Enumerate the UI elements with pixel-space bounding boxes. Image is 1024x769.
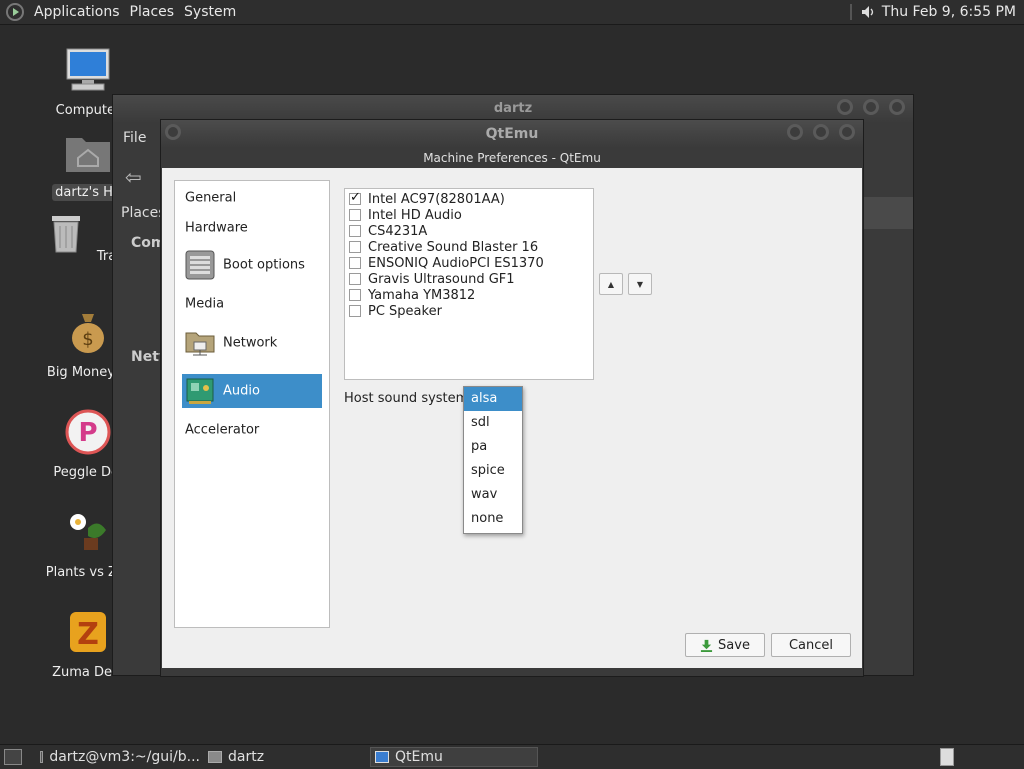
home-folder-icon [66,138,110,172]
boot-options-icon [185,250,215,280]
host-sound-label: Host sound system: [344,391,473,406]
menu-system[interactable]: System [184,4,236,20]
checkbox[interactable] [349,273,361,285]
speaker-icon[interactable] [860,4,876,20]
folder-icon [208,751,222,763]
menu-places[interactable]: Places [130,4,175,20]
move-up-button[interactable]: ▲ [599,273,623,295]
menu-applications[interactable]: Applications [34,4,120,20]
qtemu-icon [375,751,389,763]
sound-card-item[interactable]: Intel AC97(82801AA) [349,190,505,207]
nav-network[interactable]: Network [175,323,329,363]
dialog-title[interactable]: Machine Preferences - QtEmu [162,148,862,168]
nav-audio[interactable]: Audio [182,374,322,408]
computer-icon [66,48,110,91]
preferences-nav: General Hardware Boot options Media Netw… [174,180,330,628]
terminal-icon [40,751,44,763]
checkbox[interactable] [349,289,361,301]
clock[interactable]: Thu Feb 9, 6:55 PM [882,4,1016,20]
plants-icon [70,514,106,550]
sound-card-item[interactable]: Gravis Ultrasound GF1 [349,271,515,287]
nav-boot-options[interactable]: Boot options [175,245,329,285]
svg-text:P: P [78,418,97,448]
nav-general[interactable]: General [175,183,329,213]
sound-card-item[interactable]: Yamaha YM3812 [349,287,475,303]
sound-card-item[interactable]: ENSONIQ AudioPCI ES1370 [349,255,544,271]
nav-accelerator[interactable]: Accelerator [175,415,329,445]
nav-hardware[interactable]: Hardware [175,213,329,243]
top-panel: Applications Places System Thu Feb 9, 6:… [0,0,1024,25]
task-dartz[interactable]: dartz [208,747,358,767]
move-down-button[interactable]: ▼ [628,273,652,295]
minimize-icon[interactable] [837,99,853,115]
bottom-panel: dartz@vm3:~/gui/b... dartz QtEmu [0,744,1024,769]
sound-card-item[interactable]: Intel HD Audio [349,207,462,223]
show-desktop-icon[interactable] [4,749,22,765]
money-bag-icon: $ [72,314,104,353]
file-toolbar-band [863,197,913,229]
dropdown-option[interactable]: none [464,507,522,531]
checkbox[interactable] [349,305,361,317]
gnome-foot-icon[interactable] [6,3,24,21]
qtemu-title[interactable]: QtEmu [161,120,863,148]
save-button[interactable]: Save [685,633,765,657]
host-sound-dropdown[interactable]: alsa sdl pa spice wav none [463,386,523,534]
maximize-icon[interactable] [863,99,879,115]
menu-file[interactable]: File [123,130,146,146]
close-icon[interactable] [839,124,855,140]
panel-separator [849,4,852,20]
checkbox[interactable] [349,225,361,237]
audio-card-icon [186,378,214,404]
machine-preferences-dialog[interactable]: Machine Preferences - QtEmu General Hard… [162,148,862,668]
dropdown-option[interactable]: wav [464,483,522,507]
checkbox[interactable] [349,257,361,269]
maximize-icon[interactable] [813,124,829,140]
zuma-icon: Z [70,612,106,652]
peggle-icon: P [65,409,111,455]
svg-text:$: $ [82,329,93,350]
minimize-icon[interactable] [787,124,803,140]
network-icon [185,332,215,356]
cancel-button[interactable]: Cancel [771,633,851,657]
sound-card-item[interactable]: PC Speaker [349,303,442,319]
checkbox[interactable] [349,241,361,253]
save-arrow-icon [700,639,713,652]
back-arrow-icon[interactable]: ⇦ [125,165,142,189]
sound-card-item[interactable]: CS4231A [349,223,427,239]
dropdown-option[interactable]: spice [464,459,522,483]
svg-text:Z: Z [77,617,99,652]
arrow-down-icon: ▼ [636,279,644,289]
sound-card-item[interactable]: Creative Sound Blaster 16 [349,239,538,255]
dropdown-option[interactable]: sdl [464,411,522,435]
dropdown-option[interactable]: alsa [464,387,522,411]
nav-media[interactable]: Media [175,289,329,319]
checkbox[interactable] [349,209,361,221]
places-label[interactable]: Places [121,205,166,221]
workspace-switcher-icon[interactable] [940,748,954,766]
trash-icon [51,216,80,253]
sound-card-list[interactable]: Intel AC97(82801AA) Intel HD Audio CS423… [344,188,594,380]
arrow-up-icon: ▲ [607,279,615,289]
window-menu-icon[interactable] [165,124,181,140]
checkbox[interactable] [349,190,361,205]
dropdown-option[interactable]: pa [464,435,522,459]
close-icon[interactable] [889,99,905,115]
task-qtemu[interactable]: QtEmu [370,747,538,767]
task-terminal[interactable]: dartz@vm3:~/gui/b... [40,747,200,767]
